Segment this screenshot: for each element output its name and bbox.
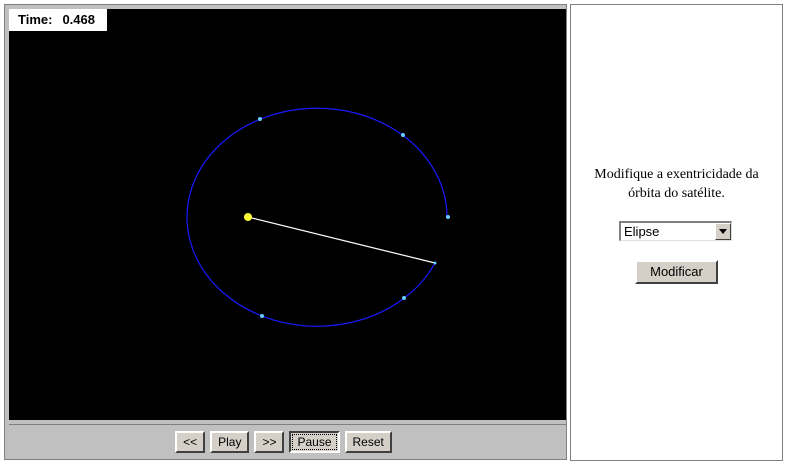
time-value: 0.468 [62, 12, 95, 27]
chevron-down-icon[interactable] [715, 223, 731, 240]
simulation-applet: Time: 0.468 << Play >> Pause Reset [4, 4, 567, 460]
eccentricity-select[interactable]: Elipse [619, 221, 732, 241]
rewind-button[interactable]: << [175, 430, 206, 453]
playback-controls: << Play >> Pause Reset [9, 424, 566, 458]
time-readout: Time: 0.468 [9, 9, 107, 31]
instruction-text: Modifique a exentricidade da órbita do s… [571, 165, 782, 203]
time-label: Time: [18, 12, 53, 27]
orbit-markers [258, 117, 450, 318]
settings-panel: Modifique a exentricidade da órbita do s… [570, 4, 783, 461]
play-button[interactable]: Play [210, 430, 250, 453]
forward-button[interactable]: >> [254, 430, 285, 453]
central-star [244, 213, 252, 221]
orbit-diagram [186, 107, 450, 327]
modify-button[interactable]: Modificar [635, 260, 718, 284]
instruction-line-2: órbita do satélite. [628, 186, 725, 201]
reset-button[interactable]: Reset [344, 430, 392, 453]
orbit-marker [260, 314, 264, 318]
radius-vector-line [247, 216, 436, 264]
orbit-marker [258, 117, 262, 121]
satellite [433, 261, 437, 265]
orbit-path [186, 107, 448, 327]
pause-button[interactable]: Pause [289, 430, 340, 453]
instruction-line-1: Modifique a exentricidade da [594, 167, 759, 182]
eccentricity-selected-value: Elipse [624, 224, 660, 239]
orbit-marker [446, 215, 450, 219]
orbit-marker [401, 133, 405, 137]
simulation-canvas[interactable]: Time: 0.468 [9, 9, 566, 420]
orbit-marker [402, 296, 406, 300]
